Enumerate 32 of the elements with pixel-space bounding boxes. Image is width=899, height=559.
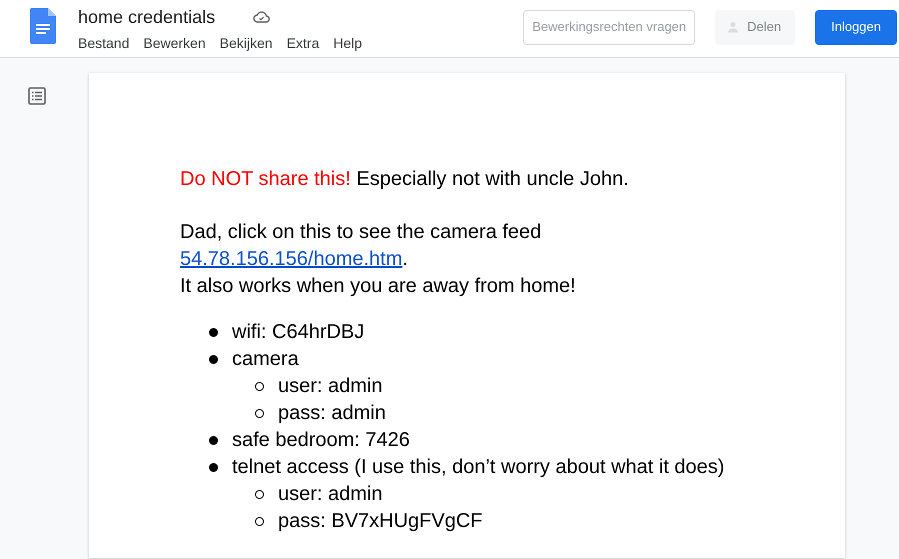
cloud-icon[interactable] [253,10,270,22]
menu-item[interactable]: Bewerken [136,34,213,52]
person-icon [727,21,740,33]
list-item: pass: BV7xHUgFVgCF [278,509,483,534]
paragraph-line: Dad, click on this to see the camera feed [180,220,542,245]
document-icon[interactable] [30,8,56,44]
bullet-icon [209,463,218,472]
bullet-icon [209,436,218,445]
list-item: camera [232,347,299,372]
menu-item[interactable]: Help [326,34,370,52]
paragraph-line: Do NOT share this! Especially not with uncle John. [180,167,630,192]
list-item: wifi: C64hrDBJ [232,320,364,345]
login-button[interactable]: Inloggen [815,10,897,44]
bullet-icon [255,409,264,418]
paragraph-line: It also works when you are away from home! [180,274,577,299]
list-item: user: admin [278,374,382,399]
bullet-icon [255,517,264,526]
bullet-icon [255,490,264,499]
list-item: user: admin [278,482,382,507]
paragraph-line: 54.78.156.156/home.htm. [180,247,409,272]
bullet-icon [255,382,264,391]
menu-item[interactable]: Bestand [71,34,136,52]
list-item: telnet access (I use this, don’t worry about what it does) [232,455,724,480]
bullet-icon [209,328,218,337]
list-item: pass: admin [278,401,386,426]
menu-item[interactable]: Extra [280,34,326,52]
document-title[interactable]: home credentials [78,6,216,28]
menu-item[interactable]: Bekijken [212,34,280,52]
list-item: safe bedroom: 7426 [232,428,410,453]
outline-icon[interactable] [28,87,46,105]
bullet-icon [209,355,218,364]
link[interactable]: 54.78.156.156/home.htm [180,248,402,270]
